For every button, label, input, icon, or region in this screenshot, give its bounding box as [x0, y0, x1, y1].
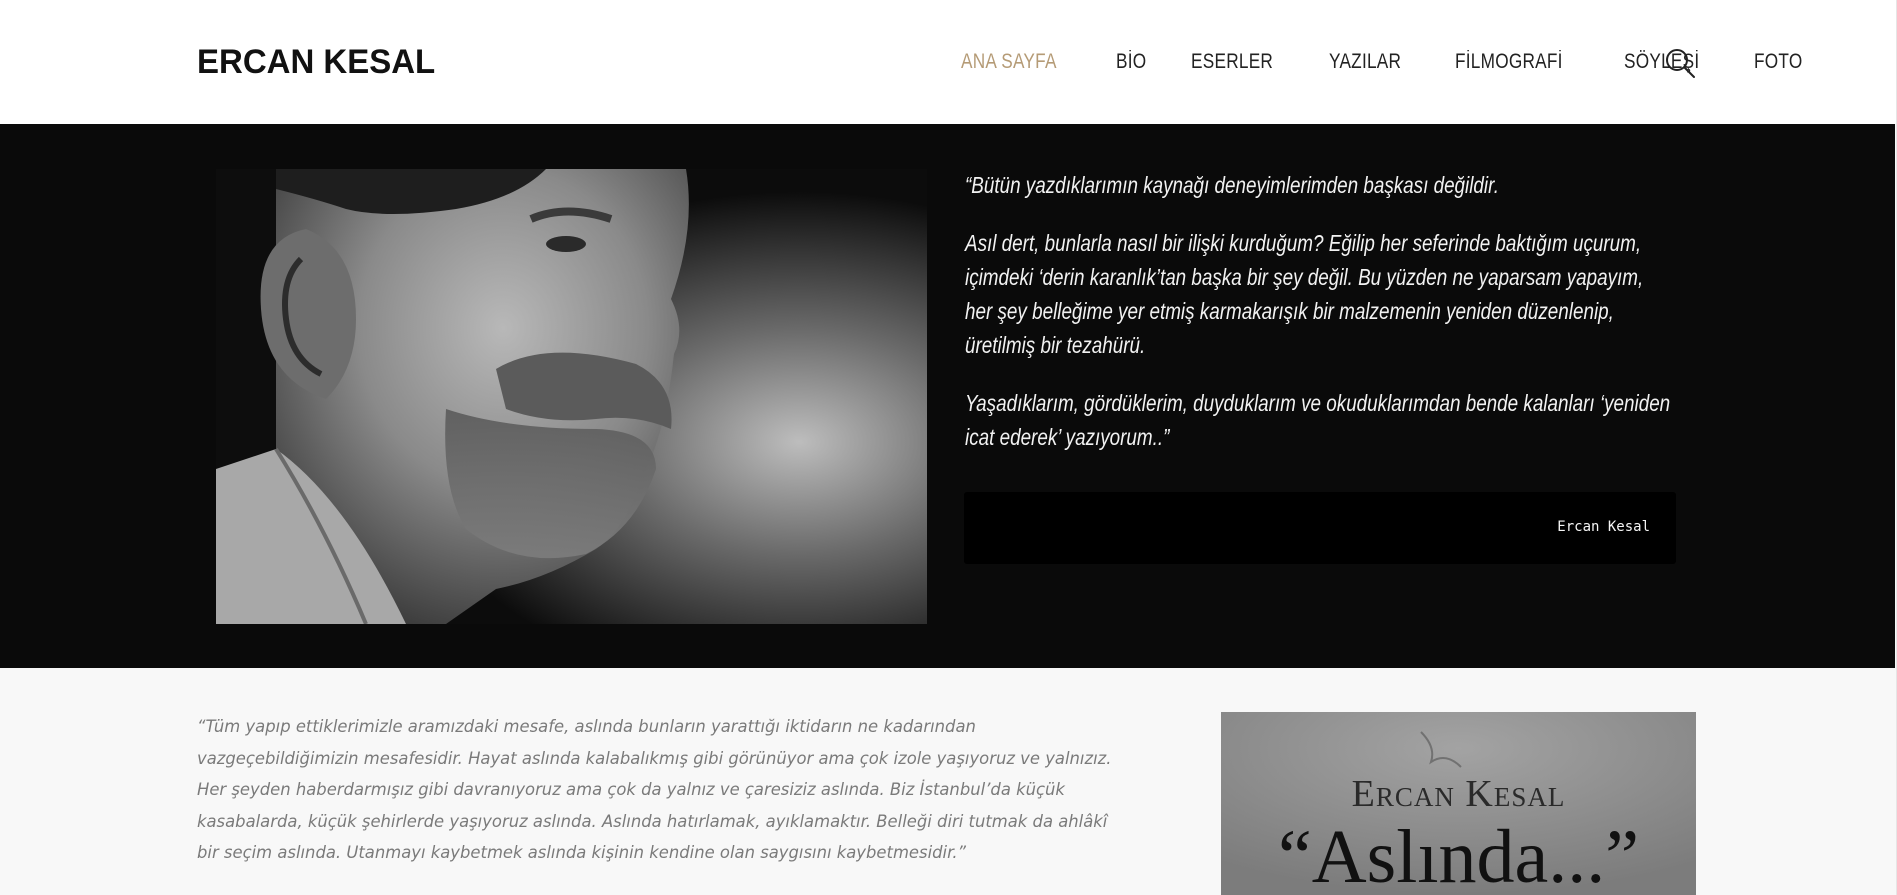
lower-quote-line: vazgeçebildiğimizin mesafesidir. Hayat a… [197, 748, 1112, 769]
book-cover-image[interactable]: Ercan Kesal “Aslında...” [1221, 712, 1696, 895]
lower-quote-line: “Tüm yapıp ettiklerimizle aramızdaki mes… [197, 717, 976, 737]
quote-author-box: Ercan Kesal [964, 492, 1676, 564]
hero-quote: “Bütün yazdıklarımın kaynağı deneyimleri… [965, 168, 1671, 478]
quote-author-name: Ercan Kesal [1557, 519, 1650, 535]
nav-item-bio[interactable]: BİO [1116, 50, 1146, 74]
hero-quote-paragraph: Yaşadıklarım, gördüklerim, duyduklarım v… [965, 390, 1671, 450]
book-title: “Aslında...” [1278, 815, 1639, 895]
nav-item-foto[interactable]: FOTO [1754, 50, 1803, 74]
lower-quote-line: Her şeyden haberdarmışız gibi davranıyor… [197, 780, 1065, 800]
book-author: Ercan Kesal [1351, 773, 1566, 815]
search-icon[interactable] [1664, 47, 1696, 79]
site-logo[interactable]: ERCAN KESAL [197, 42, 435, 82]
nav-item-eserler[interactable]: ESERLER [1191, 50, 1273, 74]
nav-item-filmografi[interactable]: FİLMOGRAFİ [1455, 50, 1563, 74]
hero-quote-paragraph: “Bütün yazdıklarımın kaynağı deneyimleri… [965, 172, 1499, 198]
lower-quote: “Tüm yapıp ettiklerimizle aramızdaki mes… [197, 712, 1197, 870]
lower-quote-line: kasabalarda, küçük şehirlerde yaşıyoruz … [197, 811, 1108, 832]
lower-quote-line: bir seçim aslında. Utanmayı kaybetmek as… [197, 843, 967, 863]
hero-quote-paragraph: Asıl dert, bunlarla nasıl bir ilişki kur… [965, 230, 1644, 358]
main-nav: ANA SAYFA BİO ESERLER YAZILAR FİLMOGRAFİ… [961, 46, 1851, 78]
nav-item-yazilar[interactable]: YAZILAR [1329, 50, 1401, 74]
nav-item-ana-sayfa[interactable]: ANA SAYFA [961, 50, 1057, 74]
author-portrait-image [216, 169, 927, 624]
site-header: ERCAN KESAL ANA SAYFA BİO ESERLER YAZILA… [0, 0, 1897, 124]
